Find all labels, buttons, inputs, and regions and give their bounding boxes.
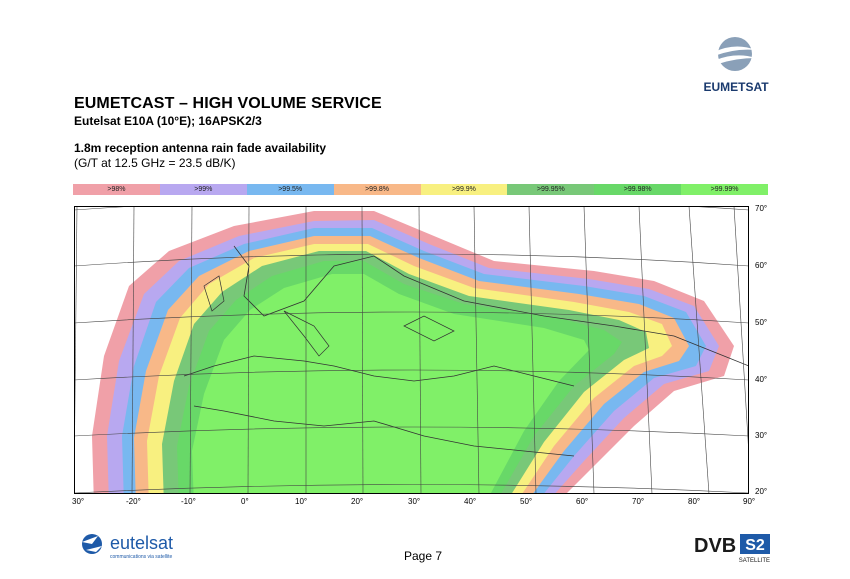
lon-label: 10° xyxy=(295,497,308,506)
page-subtitle: Eutelsat E10A (10°E); 16APSK2/3 xyxy=(74,114,262,128)
lon-label: -20° xyxy=(126,497,141,506)
lat-label: 70° xyxy=(755,204,768,213)
lon-label: 0° xyxy=(241,497,249,506)
eutelsat-tagline: communications via satellite xyxy=(110,554,172,560)
lat-label: 60° xyxy=(755,261,768,270)
lon-label: 50° xyxy=(520,497,533,506)
legend-item: >99.8% xyxy=(333,184,421,195)
availability-legend: >98% >99% >99.5% >99.8% >99.9% >99.95% >… xyxy=(73,184,768,195)
eutelsat-logo: eutelsat communications via satellite xyxy=(78,530,208,564)
lat-label: 50° xyxy=(755,318,768,327)
map-heading: 1.8m reception antenna rain fade availab… xyxy=(74,141,327,155)
legend-item: >99.98% xyxy=(594,184,682,195)
lon-label: 60° xyxy=(576,497,589,506)
eumetsat-text: EUMETSAT xyxy=(703,80,769,94)
eutelsat-text: eutelsat xyxy=(110,533,173,553)
legend-item: >99.9% xyxy=(420,184,508,195)
lat-label: 20° xyxy=(755,487,768,496)
legend-item: >99.99% xyxy=(681,184,768,195)
lon-label: 80° xyxy=(688,497,701,506)
lon-label: 30° xyxy=(408,497,421,506)
legend-item: >99% xyxy=(159,184,247,195)
lon-label: 40° xyxy=(464,497,477,506)
dvb-s2-logo: DVB S2 SATELLITE xyxy=(694,532,774,564)
lat-label: 40° xyxy=(755,375,768,384)
coverage-map xyxy=(74,206,749,494)
map-subheading: (G/T at 12.5 GHz = 23.5 dB/K) xyxy=(74,156,236,170)
eumetsat-logo: EUMETSAT xyxy=(690,34,782,98)
legend-item: >98% xyxy=(73,184,160,195)
s2-text: S2 xyxy=(745,537,765,554)
lon-label: 70° xyxy=(632,497,645,506)
satellite-text: SATELLITE xyxy=(739,558,770,564)
lat-label: 30° xyxy=(755,431,768,440)
dvb-text: DVB xyxy=(694,535,736,557)
page-number: Page 7 xyxy=(404,549,443,563)
legend-item: >99.5% xyxy=(246,184,334,195)
legend-item: >99.95% xyxy=(507,184,595,195)
page-title: EUMETCAST – HIGH VOLUME SERVICE xyxy=(74,95,382,112)
lon-label: 20° xyxy=(351,497,364,506)
lon-label: 30° xyxy=(72,497,85,506)
lon-label: 90° xyxy=(743,497,756,506)
lon-label: -10° xyxy=(181,497,196,506)
